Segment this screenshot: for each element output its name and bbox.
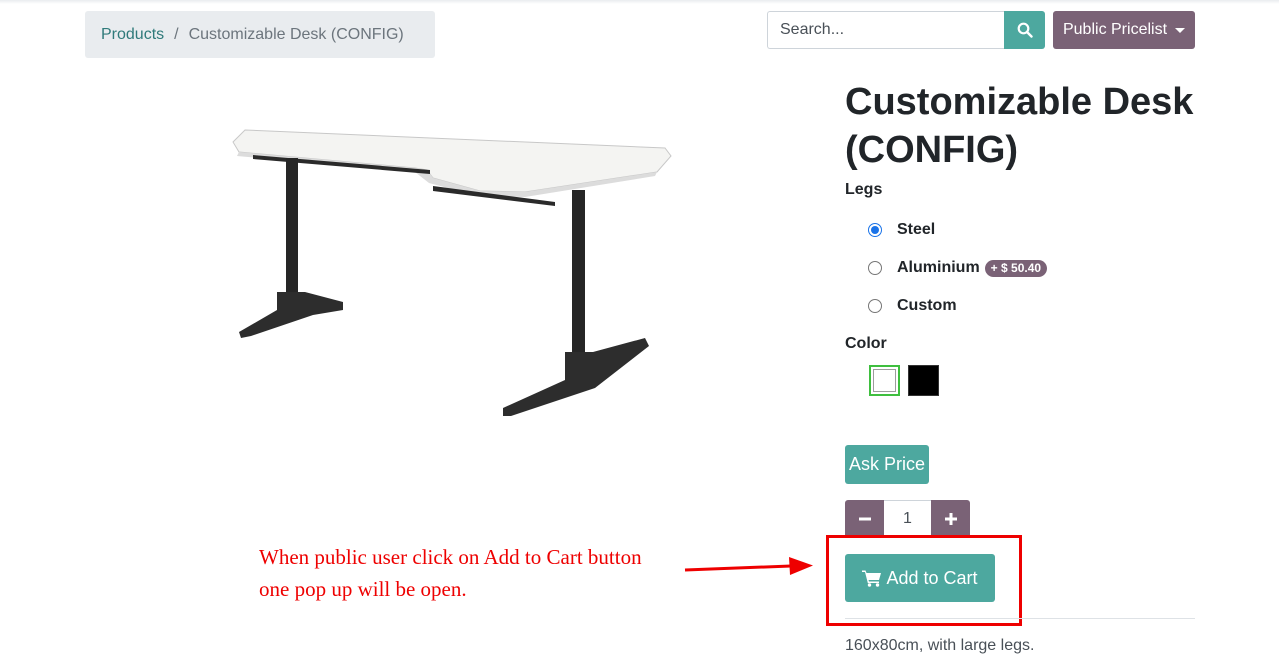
legs-option-steel[interactable]: Steel [868,219,935,241]
desk-image [232,129,672,416]
breadcrumb-current: Customizable Desk (CONFIG) [188,25,404,43]
shopping-cart-icon [862,570,882,587]
radio-steel[interactable] [868,223,882,237]
quantity-input[interactable] [884,500,931,538]
annotation-arrow [684,557,813,575]
legs-option-aluminium[interactable]: Aluminium + $ 50.40 [868,257,1048,279]
annotation-line-1: When public user click on Add to Cart bu… [259,545,642,569]
breadcrumb-products-link[interactable]: Products [101,26,164,44]
quantity-stepper [845,500,970,538]
radio-custom[interactable] [868,299,882,313]
legs-option-label: Aluminium [897,259,980,276]
breadcrumb-separator: / [174,25,179,43]
swatch-fill [873,369,896,392]
annotation-text: When public user click on Add to Cart bu… [259,541,689,605]
pricelist-label: Public Pricelist [1062,21,1168,38]
product-description: 160x80cm, with large legs. [845,637,1035,654]
price-extra-badge: + $ 50.40 [984,259,1048,277]
search-form [767,11,1045,49]
divider [845,618,1195,619]
top-border [0,0,1279,4]
quantity-decrease-button[interactable] [845,500,884,538]
legs-option-custom[interactable]: Custom [868,295,957,317]
radio-aluminium[interactable] [868,261,882,275]
color-swatch-black[interactable] [908,365,939,396]
caret-down-icon [1175,28,1186,33]
breadcrumb: Products / Customizable Desk (CONFIG) [85,11,435,58]
add-to-cart-button[interactable]: Add to Cart [845,554,995,602]
quantity-increase-button[interactable] [931,500,970,538]
pricelist-dropdown[interactable]: Public Pricelist [1053,11,1195,49]
color-label: Color [845,335,887,352]
legs-option-label: Custom [897,297,957,314]
ask-price-button[interactable]: Ask Price [845,445,929,484]
search-button[interactable] [1004,11,1045,49]
add-to-cart-label: Add to Cart [886,567,978,588]
annotation-line-2: one pop up will be open. [259,577,467,601]
search-input[interactable] [767,11,1005,49]
search-icon [1017,22,1033,38]
product-title: Customizable Desk (CONFIG) [845,81,1194,171]
plus-icon [944,513,957,525]
color-swatch-white[interactable] [869,365,900,396]
legs-option-label: Steel [897,221,936,238]
minus-icon [858,517,871,521]
legs-label: Legs [845,181,883,198]
